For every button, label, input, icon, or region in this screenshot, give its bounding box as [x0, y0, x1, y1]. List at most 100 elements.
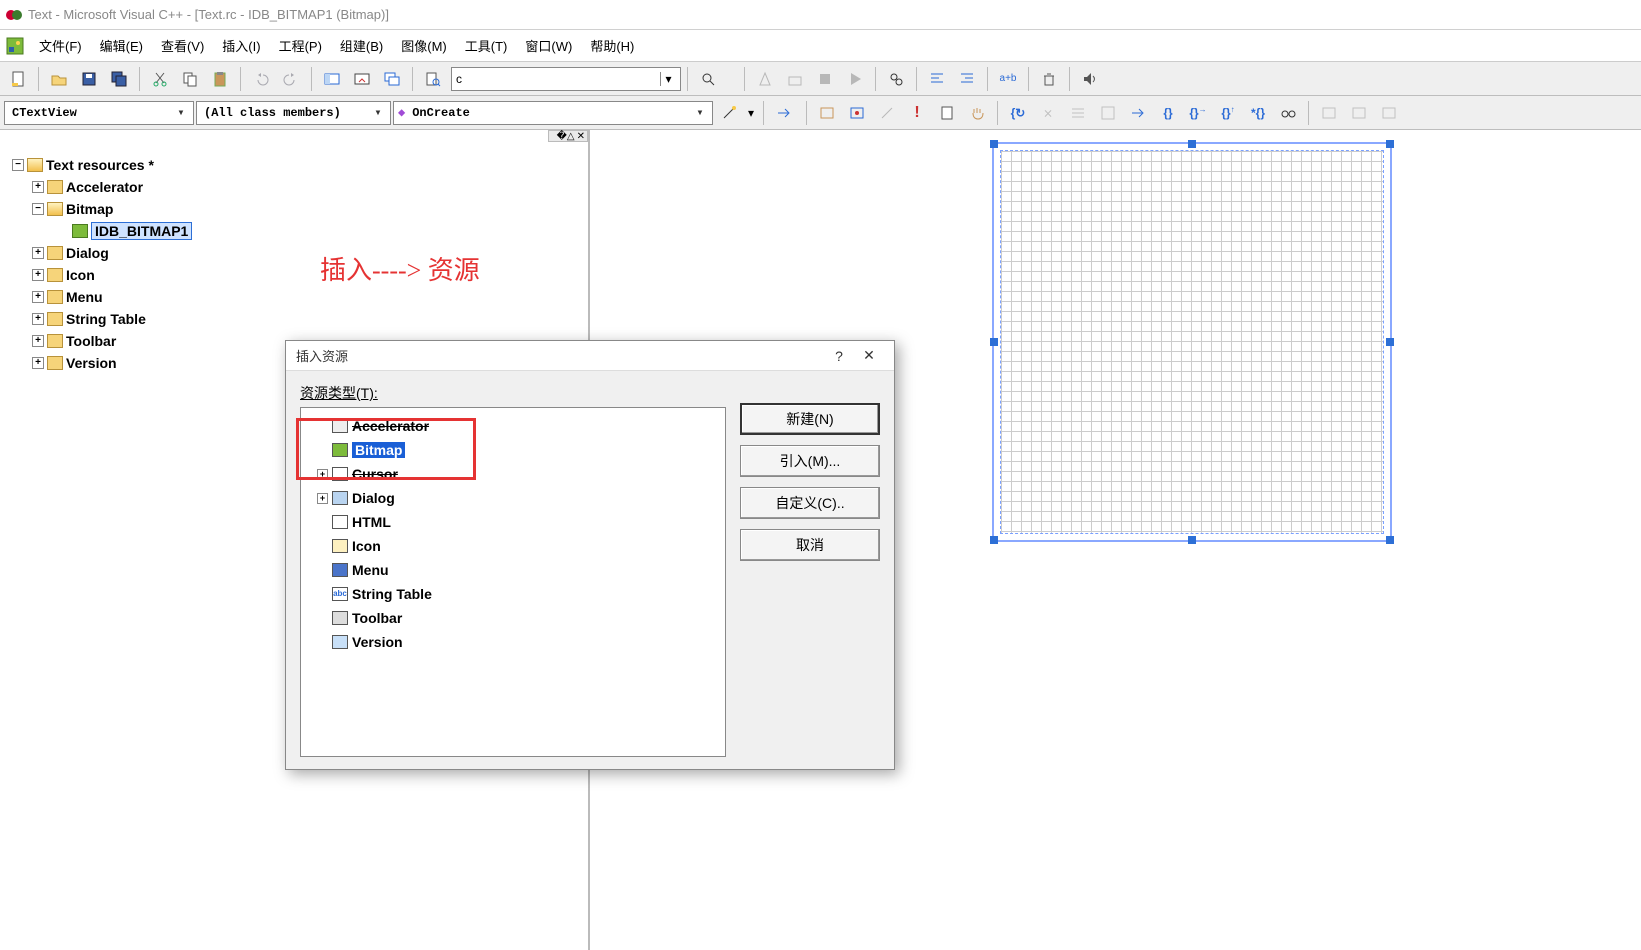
type-menu[interactable]: Menu	[305, 558, 721, 582]
step-arrow-icon[interactable]	[1124, 100, 1152, 126]
type-html[interactable]: HTML	[305, 510, 721, 534]
stop-build-icon[interactable]	[811, 66, 839, 92]
cut-icon[interactable]	[146, 66, 174, 92]
menu-insert[interactable]: 插入(I)	[215, 32, 267, 59]
import-button[interactable]: 引入(M)...	[740, 445, 880, 477]
pane-controls[interactable]: �△✕	[548, 130, 588, 142]
type-dialog[interactable]: +Dialog	[305, 486, 721, 510]
expand-icon[interactable]: +	[317, 469, 328, 480]
debug-step3-icon[interactable]	[873, 100, 901, 126]
menu-file[interactable]: 文件(F)	[32, 32, 89, 59]
tree-item-menu[interactable]: + Menu	[32, 286, 580, 308]
resize-handle[interactable]	[990, 338, 998, 346]
brace-restart-icon[interactable]: {↻	[1004, 100, 1032, 126]
tree-item-idb-bitmap1[interactable]: IDB_BITMAP1	[72, 220, 580, 242]
step-into-icon[interactable]: {}	[1154, 100, 1182, 126]
expand-icon[interactable]: +	[32, 313, 44, 325]
output-icon[interactable]	[348, 66, 376, 92]
bitmap-editor-canvas[interactable]	[992, 142, 1392, 542]
type-toolbar[interactable]: Toolbar	[305, 606, 721, 630]
expand-icon[interactable]: +	[32, 357, 44, 369]
find-combo[interactable]: c ▾	[451, 67, 681, 91]
expand-icon[interactable]: +	[32, 247, 44, 259]
menu-help[interactable]: 帮助(H)	[583, 32, 641, 59]
cancel-button[interactable]: 取消	[740, 529, 880, 561]
type-cursor[interactable]: +Cursor	[305, 462, 721, 486]
step-out-icon[interactable]: {}↑	[1214, 100, 1242, 126]
paste-icon[interactable]	[206, 66, 234, 92]
collapse-icon[interactable]: −	[12, 159, 24, 171]
copy-icon[interactable]	[176, 66, 204, 92]
window-list-icon[interactable]	[378, 66, 406, 92]
save-all-icon[interactable]	[105, 66, 133, 92]
open-icon[interactable]	[45, 66, 73, 92]
dialog-close-button[interactable]: ✕	[854, 347, 884, 364]
resize-handle[interactable]	[1386, 140, 1394, 148]
tree-root[interactable]: − Text resources *	[12, 154, 580, 176]
debug-hand-icon[interactable]	[963, 100, 991, 126]
menu-image[interactable]: 图像(M)	[394, 32, 454, 59]
expand-icon[interactable]: +	[317, 493, 328, 504]
menu-build[interactable]: 组建(B)	[333, 32, 390, 59]
build-compile-icon[interactable]	[751, 66, 779, 92]
build-icon[interactable]	[781, 66, 809, 92]
dialog-help-button[interactable]: ?	[824, 348, 854, 364]
type-version[interactable]: Version	[305, 630, 721, 654]
find-next-icon[interactable]	[882, 66, 910, 92]
expand-icon[interactable]: +	[32, 269, 44, 281]
filter-combo[interactable]: (All class members) ▾	[196, 101, 391, 125]
step-over-icon[interactable]: {}→	[1184, 100, 1212, 126]
indent-right-icon[interactable]	[953, 66, 981, 92]
menu-project[interactable]: 工程(P)	[272, 32, 329, 59]
win1-icon[interactable]	[1315, 100, 1343, 126]
brace-box-icon[interactable]	[1094, 100, 1122, 126]
type-icon[interactable]: Icon	[305, 534, 721, 558]
new-button[interactable]: 新建(N)	[740, 403, 880, 435]
type-string-table[interactable]: abcString Table	[305, 582, 721, 606]
win3-icon[interactable]	[1375, 100, 1403, 126]
member-combo[interactable]: ◆ OnCreate ▾	[393, 101, 713, 125]
type-accelerator[interactable]: Accelerator	[305, 414, 721, 438]
menu-tools[interactable]: 工具(T)	[458, 32, 515, 59]
class-combo[interactable]: CTextView ▾	[4, 101, 194, 125]
resize-handle[interactable]	[1386, 338, 1394, 346]
bookmark-icon[interactable]: a+b	[994, 66, 1022, 92]
resource-type-list[interactable]: Accelerator Bitmap +Cursor +Dialog HTML …	[300, 407, 726, 757]
watch-glasses-icon[interactable]	[1274, 100, 1302, 126]
brace-stop-icon[interactable]: ⨯	[1034, 100, 1062, 126]
indent-left-icon[interactable]	[923, 66, 951, 92]
dialog-titlebar[interactable]: 插入资源 ? ✕	[286, 341, 894, 371]
expand-icon[interactable]: +	[32, 335, 44, 347]
expand-icon[interactable]: +	[32, 181, 44, 193]
resize-handle[interactable]	[1386, 536, 1394, 544]
debug-step2-icon[interactable]	[843, 100, 871, 126]
search-icon[interactable]	[694, 66, 722, 92]
find-in-files-icon[interactable]	[419, 66, 447, 92]
tree-item-accelerator[interactable]: + Accelerator	[32, 176, 580, 198]
resize-handle[interactable]	[1188, 536, 1196, 544]
tree-item-icon[interactable]: + Icon	[32, 264, 580, 286]
resize-handle[interactable]	[990, 140, 998, 148]
menu-window[interactable]: 窗口(W)	[518, 32, 579, 59]
redo-icon[interactable]	[277, 66, 305, 92]
wizard-wand-icon[interactable]	[715, 100, 743, 126]
debug-exclaim-icon[interactable]: !	[903, 100, 931, 126]
menu-edit[interactable]: 编辑(E)	[93, 32, 150, 59]
run-to-icon[interactable]: *{}	[1244, 100, 1272, 126]
go-icon[interactable]	[770, 100, 798, 126]
resize-handle[interactable]	[990, 536, 998, 544]
tree-item-string-table[interactable]: + String Table	[32, 308, 580, 330]
workspace-icon[interactable]	[318, 66, 346, 92]
collapse-icon[interactable]: −	[32, 203, 44, 215]
expand-icon[interactable]: +	[32, 291, 44, 303]
menu-view[interactable]: 查看(V)	[154, 32, 211, 59]
type-bitmap[interactable]: Bitmap	[305, 438, 721, 462]
brace-list-icon[interactable]	[1064, 100, 1092, 126]
new-doc-icon[interactable]	[4, 66, 32, 92]
debug-step1-icon[interactable]	[813, 100, 841, 126]
undo-icon[interactable]	[247, 66, 275, 92]
debug-doc-icon[interactable]	[933, 100, 961, 126]
delete-icon[interactable]	[1035, 66, 1063, 92]
resize-handle[interactable]	[1188, 140, 1196, 148]
tree-item-dialog[interactable]: + Dialog	[32, 242, 580, 264]
